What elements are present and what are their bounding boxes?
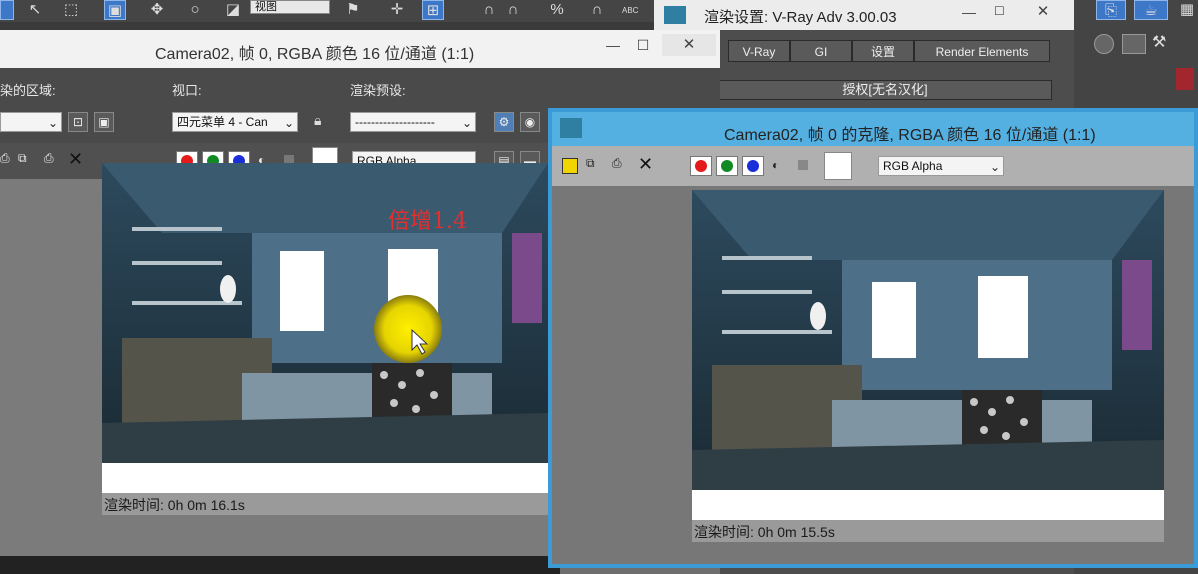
tab-vray[interactable]: V-Ray xyxy=(728,40,790,62)
clone-render-window: Camera02, 帧 0 的克隆, RGBA 颜色 16 位/通道 (1:1)… xyxy=(548,108,1198,568)
copy-image-icon[interactable]: ⧉ xyxy=(586,156,595,171)
clear-icon[interactable]: ✕ xyxy=(68,149,83,170)
render-title: Camera02, 帧 0, RGBA 颜色 16 位/通道 (1:1) xyxy=(155,46,475,63)
close-button[interactable]: ✕ xyxy=(1018,2,1068,24)
select-arrow-icon[interactable]: ↖ xyxy=(24,0,46,20)
auto-region-icon[interactable]: ▣ xyxy=(94,112,114,132)
monitor-icon[interactable] xyxy=(1122,34,1146,54)
multiplier-annotation: 倍增1.4 xyxy=(388,209,467,234)
render-time: 渲染时间: 0h 0m 15.5s xyxy=(694,524,835,540)
green-channel-toggle[interactable] xyxy=(716,156,738,176)
rendered-image: 倍增1.4 渲染时间: 0h 0m 16.1s xyxy=(102,163,548,515)
license-rollout[interactable]: 授权[无名汉化] xyxy=(718,80,1052,100)
maximize-button[interactable]: ☐ xyxy=(628,34,658,56)
red-channel-toggle[interactable] xyxy=(690,156,712,176)
bedroom-render-clone xyxy=(692,190,1164,542)
viewport-label: 视口: xyxy=(172,83,202,98)
channel-value: RGB Alpha xyxy=(883,159,943,173)
display-panel-icon[interactable] xyxy=(1094,34,1114,54)
preset-select[interactable]: -------------------- ⌄ xyxy=(350,112,476,132)
render-time: 渲染时间: 0h 0m 16.1s xyxy=(104,497,245,513)
spelling-icon[interactable]: ABC xyxy=(622,6,638,15)
clone-frame-icon[interactable]: ⧉ xyxy=(18,151,27,166)
area-select[interactable]: ⌄ xyxy=(0,112,62,132)
clone-title: Camera02, 帧 0 的克隆, RGBA 颜色 16 位/通道 (1:1) xyxy=(724,127,1096,144)
lock-icon[interactable]: 🔒︎ xyxy=(314,112,321,129)
color-swatch[interactable] xyxy=(824,152,852,180)
print-icon[interactable]: ⎙ xyxy=(44,151,54,166)
print-icon[interactable]: ⎙ xyxy=(612,156,622,171)
minimize-button[interactable]: — xyxy=(962,4,976,20)
scale-icon[interactable]: ◪ xyxy=(222,0,244,20)
keyboard-shortcut-icon[interactable]: ⊞ xyxy=(422,0,444,20)
object-color-swatch[interactable] xyxy=(1176,68,1194,90)
tab-settings[interactable]: 设置 xyxy=(852,40,914,62)
named-selection-icon[interactable]: ⎘ xyxy=(1096,0,1126,20)
move-icon[interactable]: ✥ xyxy=(146,0,168,20)
timeline-strip xyxy=(0,556,560,574)
cloned-image: 渲染时间: 0h 0m 15.5s xyxy=(692,190,1164,542)
close-button[interactable]: ✕ xyxy=(662,34,716,56)
clear-icon[interactable]: ✕ xyxy=(638,154,653,175)
blue-channel-toggle[interactable] xyxy=(742,156,764,176)
percent-snap-icon[interactable]: % xyxy=(546,0,568,20)
tab-render-elements[interactable]: Render Elements xyxy=(914,40,1050,62)
clone-toolbar: ⧉ ⎙ ✕ ◐ RGB Alpha ⌄ xyxy=(552,146,1194,186)
render-titlebar: Camera02, 帧 0, RGBA 颜色 16 位/通道 (1:1) — ☐… xyxy=(0,30,720,68)
mono-icon[interactable]: ◐ xyxy=(772,158,779,172)
viewport-value: 四元菜单 4 - Can xyxy=(177,115,268,129)
area-label: 染的区域: xyxy=(0,83,56,98)
region-select-icon[interactable]: ⬚ xyxy=(60,0,82,20)
rotate-icon[interactable]: ○ xyxy=(184,0,206,20)
preset-value: -------------------- xyxy=(355,115,435,129)
alpha-toggle[interactable] xyxy=(798,160,808,170)
render-frame-icon[interactable]: ▦ xyxy=(1176,0,1198,20)
vray-titlebar: 渲染设置: V-Ray Adv 3.00.03 — ☐ ✕ xyxy=(654,0,1074,30)
angle-snap-icon[interactable]: ∩ xyxy=(502,0,524,20)
preset-label: 渲染预设: xyxy=(350,83,406,98)
snap-icon[interactable]: ∩ xyxy=(478,0,500,20)
vray-title: 渲染设置: V-Ray Adv 3.00.03 xyxy=(704,9,897,26)
bedroom-render xyxy=(102,163,548,515)
select-manipulate-icon[interactable]: ✛ xyxy=(386,0,408,20)
teapot-icon[interactable]: ☕ xyxy=(1134,0,1168,20)
save-image-icon[interactable]: ⎙ xyxy=(0,151,10,166)
utilities-hammer-icon[interactable]: ⚒ xyxy=(1152,32,1166,52)
environment-icon[interactable]: ◉ xyxy=(520,112,540,132)
save-image-icon[interactable] xyxy=(562,158,578,174)
select-tool-button[interactable] xyxy=(0,0,14,20)
max-logo-icon xyxy=(560,118,582,138)
edit-region-icon[interactable]: ⊡ xyxy=(68,112,88,132)
tab-gi[interactable]: GI xyxy=(790,40,852,62)
render-setup-icon[interactable]: ⚙ xyxy=(494,112,514,132)
viewport-select[interactable]: 四元菜单 4 - Can ⌄ xyxy=(172,112,298,132)
max-logo-icon xyxy=(664,6,686,24)
spinner-snap-icon[interactable]: ∩ xyxy=(586,0,608,20)
minimize-button[interactable]: — xyxy=(598,34,628,56)
clone-titlebar: Camera02, 帧 0 的克隆, RGBA 颜色 16 位/通道 (1:1) xyxy=(552,112,1194,146)
reference-coord-select[interactable]: 视图 xyxy=(250,0,330,14)
channel-display-select[interactable]: RGB Alpha ⌄ xyxy=(878,156,1004,176)
window-crossing-icon[interactable]: ▣ xyxy=(104,0,126,20)
cursor-highlight xyxy=(374,295,442,363)
maximize-button[interactable]: ☐ xyxy=(994,4,1005,18)
pivot-icon[interactable]: ⚑ xyxy=(342,0,364,20)
